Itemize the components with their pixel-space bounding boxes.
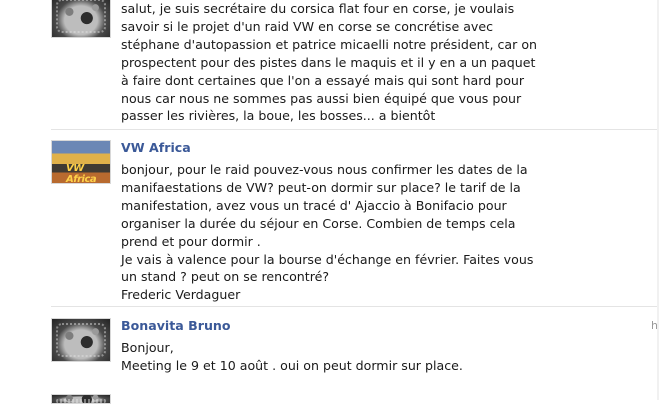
divider bbox=[51, 306, 659, 307]
avatar[interactable]: VW Africa bbox=[51, 140, 111, 184]
author-link[interactable]: Bonavita Bruno bbox=[121, 318, 231, 333]
divider bbox=[51, 129, 659, 130]
avatar[interactable] bbox=[51, 0, 111, 38]
post-text: salut, je suis secrétaire du corsica fla… bbox=[121, 1, 537, 124]
avatar-logo-text: VW Africa bbox=[66, 163, 97, 184]
author-link[interactable]: VW Africa bbox=[121, 140, 191, 155]
post-text: Bonjour, Meeting le 9 et 10 août . oui o… bbox=[121, 340, 463, 373]
avatar[interactable] bbox=[51, 394, 111, 404]
avatar[interactable] bbox=[51, 318, 111, 362]
post-text: bonjour, pour le raid pouvez-vous nous c… bbox=[121, 162, 534, 303]
